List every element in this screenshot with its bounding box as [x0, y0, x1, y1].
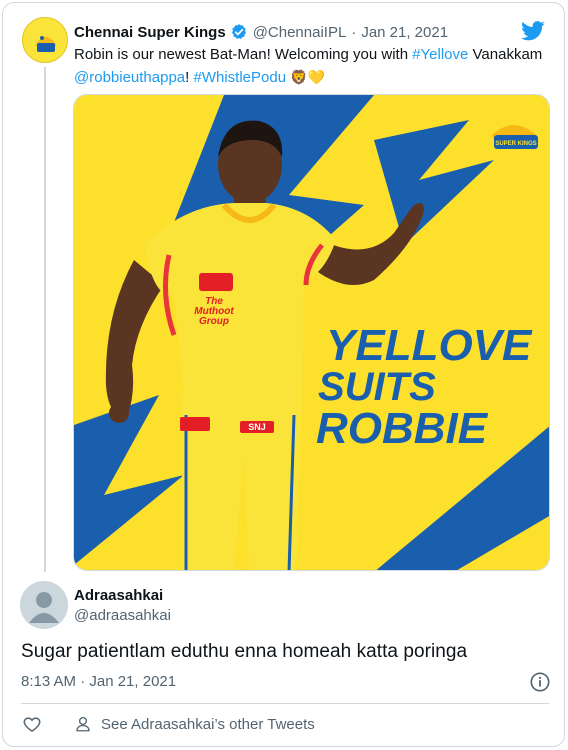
verified-badge-icon — [231, 24, 246, 40]
reply-author-name[interactable]: Adraasahkai — [74, 587, 163, 604]
mention-robbieuthappa-link[interactable]: @robbieuthappa — [74, 69, 185, 86]
tweet-media-image[interactable]: SUPER KINGS The Muthoot Group SNJ YELLOV… — [73, 94, 550, 571]
see-other-tweets-link[interactable]: See Adraasahkai’s other Tweets — [101, 716, 315, 733]
reply-text: Sugar patientlam eduthu enna homeah katt… — [21, 641, 468, 662]
reply-author-handle[interactable]: @adraasahkai — [74, 607, 171, 624]
headline-line-3: ROBBIE — [316, 404, 489, 453]
tweet-date[interactable]: Jan 21, 2021 — [361, 24, 448, 41]
author-name[interactable]: Chennai Super Kings — [74, 24, 226, 41]
tweet-text-part: ! — [185, 69, 194, 86]
info-icon[interactable] — [529, 671, 551, 693]
tweet-text-part: Robin is our newest Bat-Man! Welcoming y… — [74, 46, 413, 63]
parent-header: Chennai Super Kings @ChennaiIPL · Jan 21… — [74, 21, 544, 43]
hashtag-yellove-link[interactable]: #Yellove — [412, 46, 468, 63]
headline-line-1: YELLOVE — [326, 321, 533, 370]
tweet-text-part: Vanakkam — [468, 46, 543, 63]
headline-line-2: SUITS — [318, 365, 436, 409]
separator-dot: · — [351, 23, 357, 41]
tweet-text: Robin is our newest Bat-Man! Welcoming y… — [74, 44, 559, 89]
reply-timestamp[interactable]: 8:13 AM · Jan 21, 2021 — [21, 673, 176, 690]
user-avatar[interactable] — [20, 581, 68, 629]
lion-heart-emoji: 🦁💛 — [290, 69, 326, 85]
thread-line — [44, 67, 46, 572]
logo-text: SUPER KINGS — [495, 141, 536, 147]
action-bar: See Adraasahkai’s other Tweets — [22, 713, 315, 735]
heart-icon[interactable] — [22, 714, 42, 734]
author-handle[interactable]: @ChennaiIPL — [253, 24, 347, 41]
person-icon — [76, 716, 90, 732]
tweet-card[interactable]: Chennai Super Kings @ChennaiIPL · Jan 21… — [2, 2, 565, 747]
divider — [21, 703, 549, 704]
twitter-bird-icon[interactable] — [521, 21, 545, 41]
hashtag-whistlepodu-link[interactable]: #WhistlePodu — [194, 69, 287, 86]
badge-text: SNJ — [248, 422, 266, 432]
sponsor-text: Group — [199, 316, 229, 327]
csk-avatar[interactable] — [22, 17, 68, 63]
